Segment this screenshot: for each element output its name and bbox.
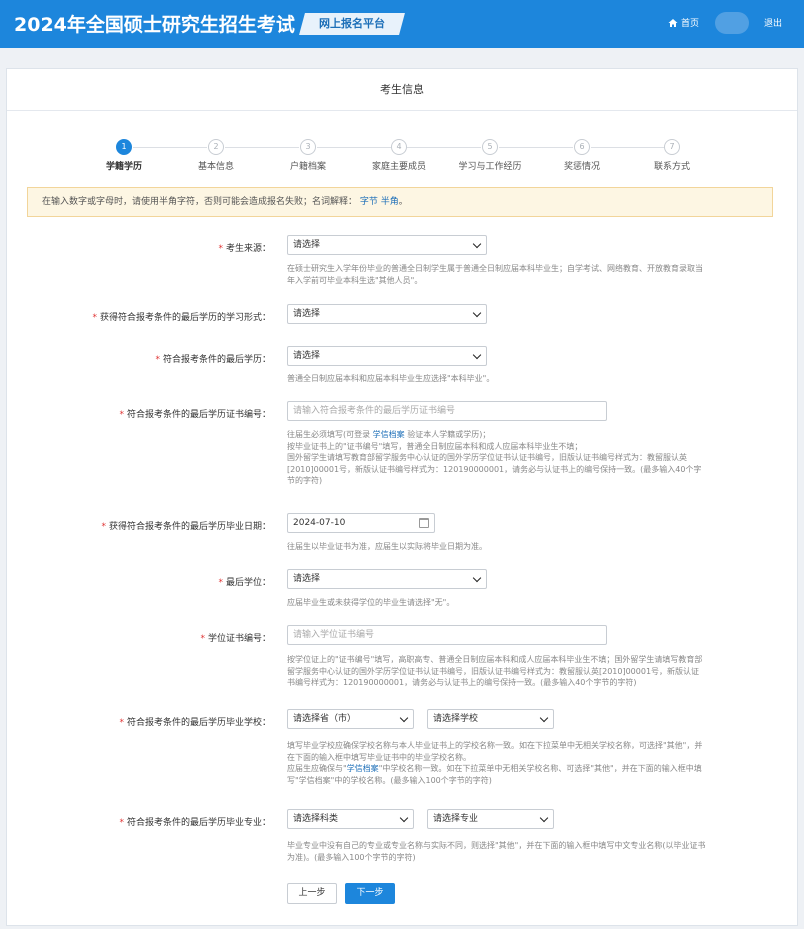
school-label: * 符合报考条件的最后学历毕业学校：: [119, 718, 271, 728]
prev-step-button[interactable]: 上一步: [287, 883, 337, 904]
step-progress: 1 学籍学历 2 基本信息 3 户籍档案 4 家庭主要成员 5 学习与工作经历 …: [7, 139, 799, 179]
xuexin-link-2[interactable]: 学信档案: [347, 764, 379, 773]
degree-select[interactable]: 请选择: [287, 569, 487, 589]
last-edu-select[interactable]: 请选择: [287, 346, 487, 366]
degree-label: * 最后学位：: [218, 578, 271, 588]
xuexin-link[interactable]: 学信档案: [373, 430, 405, 439]
grad-date-label: * 获得符合报考条件的最后学历毕业日期：: [101, 522, 271, 532]
step-7[interactable]: 7 联系方式: [627, 139, 717, 172]
source-hint: 在硕士研究生入学年份毕业的普通全日制学生属于普通全日制应届本科毕业生；自学考试、…: [287, 264, 703, 285]
notice-banner: 在输入数字或字母时，请使用半角字符，否则可能会造成报名失败；名词解释： 字节 半…: [27, 187, 773, 217]
step-6[interactable]: 6 奖惩情况: [537, 139, 627, 172]
notice-link-byte[interactable]: 字节: [360, 197, 378, 207]
province-select[interactable]: 请选择省（市）: [287, 709, 414, 729]
next-step-button[interactable]: 下一步: [345, 883, 395, 904]
step-5[interactable]: 5 学习与工作经历: [445, 139, 535, 172]
school-hint: 填写毕业学校应确保学校名称与本人毕业证书上的学校名称一致。如在下拉菜单中无相关学…: [287, 741, 703, 785]
grad-date-hint: 往届生以毕业证书为准，应届生以实际将毕业日期为准。: [287, 542, 487, 551]
major-hint: 毕业专业中没有自己的专业或专业名称与实际不同，则选择"其他"，并在下面的输入框中…: [287, 841, 706, 862]
study-form-label: * 获得符合报考条件的最后学历的学习形式：: [92, 313, 271, 323]
step-4[interactable]: 4 家庭主要成员: [354, 139, 444, 172]
step-2[interactable]: 2 基本信息: [171, 139, 261, 172]
home-label: 首页: [681, 19, 700, 29]
step-1[interactable]: 1 学籍学历: [79, 139, 169, 172]
platform-tag: 网上报名平台: [299, 13, 405, 35]
last-edu-hint: 普通全日制应届本科和应届本科毕业生应选择"本科毕业"。: [287, 374, 495, 383]
source-select[interactable]: 请选择: [287, 235, 487, 255]
logout-link[interactable]: 退出: [764, 16, 782, 29]
grad-date-input[interactable]: 2024-07-10: [287, 513, 435, 533]
panel-title: 考生信息: [7, 69, 797, 111]
top-bar: 2024年全国硕士研究生招生考试 网上报名平台 首页 退出: [0, 0, 804, 48]
calendar-icon[interactable]: [419, 518, 429, 528]
degree-no-label: * 学位证书编号：: [200, 634, 271, 644]
category-select[interactable]: 请选择科类: [287, 809, 414, 829]
home-icon: [668, 18, 678, 27]
site-title: 2024年全国硕士研究生招生考试: [14, 14, 295, 36]
cert-no-label: * 符合报考条件的最后学历证书编号：: [119, 410, 271, 420]
degree-hint: 应届毕业生或未获得学位的毕业生请选择"无"。: [287, 598, 455, 607]
cert-no-input[interactable]: 请输入符合报考条件的最后学历证书编号: [287, 401, 607, 421]
degree-no-input[interactable]: 请输入学位证书编号: [287, 625, 607, 645]
major-select[interactable]: 请选择专业: [427, 809, 554, 829]
school-select[interactable]: 请选择学校: [427, 709, 554, 729]
candidate-info-panel: 考生信息 1 学籍学历 2 基本信息 3 户籍档案 4 家庭主要成员 5 学习与…: [6, 68, 798, 926]
degree-no-hint: 按学位证上的"证书编号"填写，高职高专、普通全日制应届本科和成人应届本科毕业生不…: [287, 655, 703, 687]
step-3[interactable]: 3 户籍档案: [263, 139, 353, 172]
source-label: * 考生来源：: [218, 244, 271, 254]
avatar[interactable]: [715, 12, 749, 34]
cert-no-hint: 往届生必须填写(可登录 学信档案 验证本人学籍或学历)； 按毕业证书上的"证书编…: [287, 430, 702, 485]
study-form-select[interactable]: 请选择: [287, 304, 487, 324]
major-label: * 符合报考条件的最后学历毕业专业：: [119, 818, 271, 828]
notice-link-halfwidth[interactable]: 半角: [381, 197, 399, 207]
last-edu-label: * 符合报考条件的最后学历：: [155, 355, 271, 365]
home-link[interactable]: 首页: [668, 16, 699, 29]
